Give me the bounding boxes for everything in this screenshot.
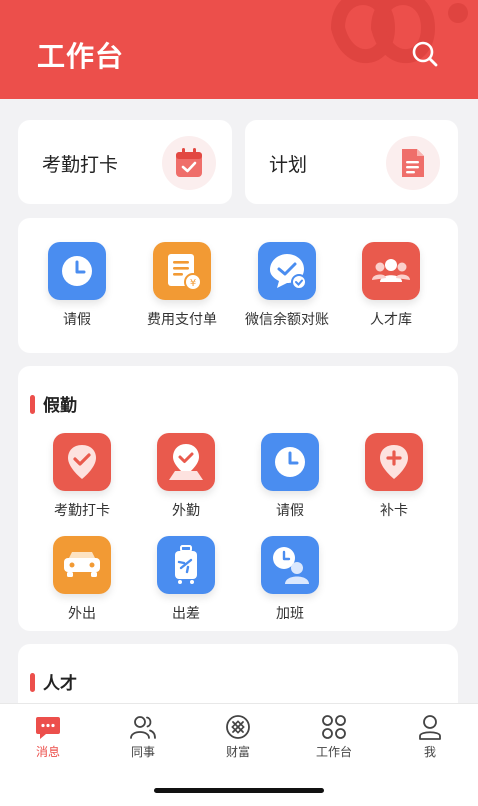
attendance-card: 假勤 考勤打卡 外勤 请假 补卡 外出 出差 加班 bbox=[18, 366, 458, 631]
attendance-item-label: 外勤 bbox=[172, 503, 200, 519]
colleagues-icon bbox=[129, 713, 157, 741]
section-title-text: 人才 bbox=[43, 674, 77, 694]
quick-action-plan[interactable]: 计划 bbox=[245, 120, 458, 204]
attendance-item-overtime[interactable]: 加班 bbox=[235, 536, 345, 623]
tab-me[interactable]: 我 bbox=[400, 713, 460, 760]
clock-icon bbox=[48, 242, 106, 300]
wealth-icon bbox=[224, 713, 252, 741]
chat-bubble-icon bbox=[34, 713, 62, 741]
app-label: 微信余额对账 bbox=[245, 312, 329, 328]
wechat-check-icon bbox=[258, 242, 316, 300]
section-accent-bar bbox=[30, 395, 35, 414]
attendance-item-field[interactable]: 外勤 bbox=[131, 433, 241, 520]
section-title-text: 假勤 bbox=[43, 396, 77, 416]
tab-label: 财富 bbox=[225, 745, 250, 759]
clock-icon bbox=[261, 433, 319, 491]
document-icon bbox=[386, 136, 440, 190]
quick-action-label: 考勤打卡 bbox=[42, 154, 119, 176]
quick-action-label: 计划 bbox=[269, 154, 308, 176]
workbench-icon bbox=[320, 713, 348, 741]
tab-label: 消息 bbox=[35, 745, 60, 759]
svg-text:¥: ¥ bbox=[190, 278, 196, 289]
attendance-item-label: 外出 bbox=[68, 606, 96, 622]
tab-wealth[interactable]: 财富 bbox=[208, 713, 268, 760]
app-leave[interactable]: 请假 bbox=[22, 242, 132, 329]
attendance-item-label: 请假 bbox=[276, 503, 304, 519]
luggage-plane-icon bbox=[157, 536, 215, 594]
tab-label: 同事 bbox=[130, 745, 155, 759]
section-title-talent: 人才 bbox=[30, 669, 77, 694]
app-label: 费用支付单 bbox=[147, 312, 217, 328]
attendance-item-label: 出差 bbox=[172, 606, 200, 622]
people-icon bbox=[362, 242, 420, 300]
section-title-attendance: 假勤 bbox=[30, 391, 77, 416]
home-indicator bbox=[154, 788, 324, 793]
tab-label: 工作台 bbox=[315, 745, 352, 759]
quick-action-attendance[interactable]: 考勤打卡 bbox=[18, 120, 232, 204]
attendance-item-label: 补卡 bbox=[380, 503, 408, 519]
attendance-item-clockin[interactable]: 考勤打卡 bbox=[27, 433, 137, 520]
app-header: 工作台 bbox=[0, 0, 478, 99]
app-talent-pool[interactable]: 人才库 bbox=[336, 242, 446, 329]
overtime-clock-icon bbox=[261, 536, 319, 594]
tab-messages[interactable]: 消息 bbox=[18, 713, 78, 760]
tab-label: 我 bbox=[423, 745, 436, 759]
header-decoration-icon bbox=[330, 0, 468, 64]
attendance-item-leave[interactable]: 请假 bbox=[235, 433, 345, 520]
app-expense-payment[interactable]: ¥ 费用支付单 bbox=[127, 242, 237, 329]
payment-note-icon: ¥ bbox=[153, 242, 211, 300]
search-icon[interactable] bbox=[410, 39, 440, 69]
attendance-item-label: 加班 bbox=[276, 606, 304, 622]
app-label: 请假 bbox=[63, 312, 91, 328]
location-plus-icon bbox=[365, 433, 423, 491]
location-check-icon bbox=[53, 433, 111, 491]
attendance-item-business-trip[interactable]: 出差 bbox=[131, 536, 241, 623]
app-wechat-reconcile[interactable]: 微信余额对账 bbox=[232, 242, 342, 329]
attendance-item-makeup[interactable]: 补卡 bbox=[339, 433, 449, 520]
field-check-icon bbox=[157, 433, 215, 491]
car-icon bbox=[53, 536, 111, 594]
attendance-item-label: 考勤打卡 bbox=[54, 503, 110, 519]
page-title: 工作台 bbox=[37, 40, 125, 73]
section-accent-bar bbox=[30, 673, 35, 692]
apps-card: 请假 ¥ 费用支付单 微信余额对账 人才库 bbox=[18, 218, 458, 353]
person-icon bbox=[416, 713, 444, 741]
tab-colleagues[interactable]: 同事 bbox=[113, 713, 173, 760]
attendance-item-outing[interactable]: 外出 bbox=[27, 536, 137, 623]
calendar-check-icon bbox=[162, 136, 216, 190]
app-label: 人才库 bbox=[370, 312, 412, 328]
tab-workbench[interactable]: 工作台 bbox=[304, 713, 364, 760]
